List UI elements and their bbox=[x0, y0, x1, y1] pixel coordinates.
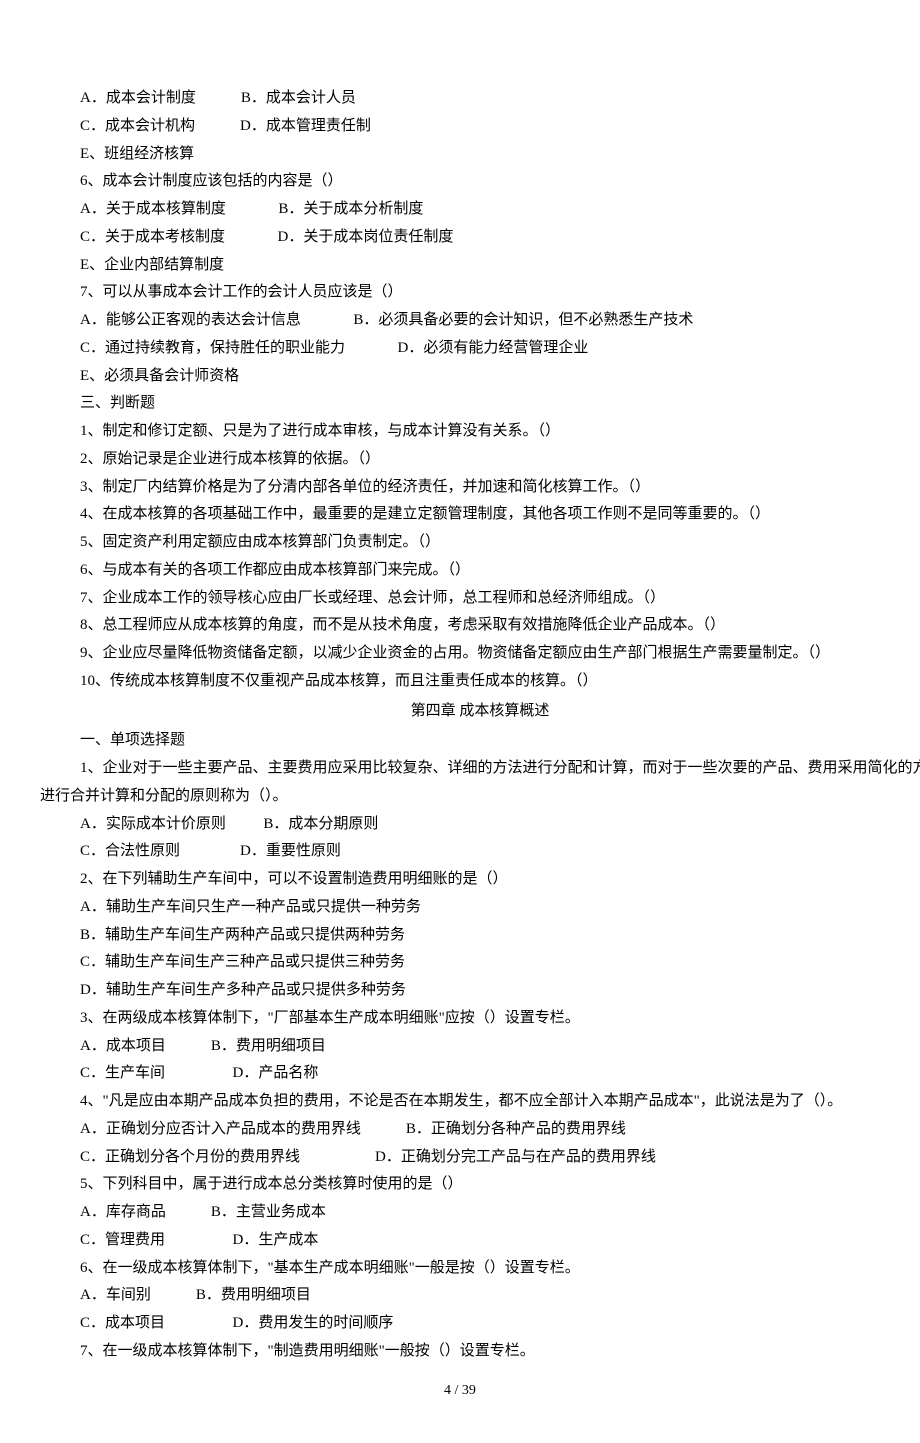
question-line: 5、固定资产利用定额应由成本核算部门负责制定。（） bbox=[80, 529, 880, 557]
option-line: D．辅助生产车间生产多种产品或只提供多种劳务 bbox=[80, 977, 880, 1005]
question-line: 1、制定和修订定额、只是为了进行成本审核，与成本计算没有关系。（） bbox=[80, 418, 880, 446]
page-number: 4 / 39 bbox=[40, 1378, 880, 1404]
question-line: 7、企业成本工作的领导核心应由厂长或经理、总会计师，总工程师和总经济师组成。（） bbox=[80, 585, 880, 613]
option-line: C．管理费用 D．生产成本 bbox=[80, 1227, 880, 1255]
option-line: A．辅助生产车间只生产一种产品或只提供一种劳务 bbox=[80, 894, 880, 922]
option-line: C．辅助生产车间生产三种产品或只提供三种劳务 bbox=[80, 949, 880, 977]
option-line: A．成本项目 B．费用明细项目 bbox=[80, 1033, 880, 1061]
option-line: A．车间别 B．费用明细项目 bbox=[80, 1282, 880, 1310]
section-heading: 三、判断题 bbox=[80, 390, 880, 418]
question-line: 6、在一级成本核算体制下，"基本生产成本明细账"一般是按（）设置专栏。 bbox=[80, 1255, 880, 1283]
option-line: A．能够公正客观的表达会计信息 B．必须具备必要的会计知识，但不必熟悉生产技术 bbox=[80, 307, 880, 335]
option-line: C．通过持续教育，保持胜任的职业能力 D．必须有能力经营管理企业 bbox=[80, 335, 880, 363]
option-line: C．成本会计机构 D．成本管理责任制 bbox=[80, 113, 880, 141]
option-line: A．成本会计制度 B．成本会计人员 bbox=[80, 85, 880, 113]
option-line: A．实际成本计价原则 B．成本分期原则 bbox=[80, 811, 880, 839]
question-line: 2、在下列辅助生产车间中，可以不设置制造费用明细账的是（） bbox=[80, 866, 880, 894]
question-line-cont: 进行合并计算和分配的原则称为（）。 bbox=[40, 783, 880, 811]
chapter-title: 第四章 成本核算概述 bbox=[80, 698, 880, 726]
option-line: C．关于成本考核制度 D．关于成本岗位责任制度 bbox=[80, 224, 880, 252]
question-line: 9、企业应尽量降低物资储备定额，以减少企业资金的占用。物资储备定额应由生产部门根… bbox=[80, 640, 880, 668]
section-heading: 一、单项选择题 bbox=[80, 727, 880, 755]
option-line: E、班组经济核算 bbox=[80, 141, 880, 169]
question-line: 1、企业对于一些主要产品、主要费用应采用比较复杂、详细的方法进行分配和计算，而对… bbox=[80, 755, 880, 783]
question-line: 4、"凡是应由本期产品成本负担的费用，不论是否在本期发生，都不应全部计入本期产品… bbox=[80, 1088, 880, 1116]
option-line: C．生产车间 D．产品名称 bbox=[80, 1060, 880, 1088]
question-line: 3、制定厂内结算价格是为了分清内部各单位的经济责任，并加速和简化核算工作。（） bbox=[80, 474, 880, 502]
question-line: 2、原始记录是企业进行成本核算的依据。（） bbox=[80, 446, 880, 474]
question-line: 5、下列科目中，属于进行成本总分类核算时使用的是（） bbox=[80, 1171, 880, 1199]
question-line: 4、在成本核算的各项基础工作中，最重要的是建立定额管理制度，其他各项工作则不是同… bbox=[80, 501, 880, 529]
option-line: C．成本项目 D．费用发生的时间顺序 bbox=[80, 1310, 880, 1338]
option-line: A．正确划分应否计入产品成本的费用界线 B．正确划分各种产品的费用界线 bbox=[80, 1116, 880, 1144]
option-line: A．库存商品 B．主营业务成本 bbox=[80, 1199, 880, 1227]
question-line: 7、在一级成本核算体制下，"制造费用明细账"一般按（）设置专栏。 bbox=[80, 1338, 880, 1366]
option-line: C．正确划分各个月份的费用界线 D．正确划分完工产品与在产品的费用界线 bbox=[80, 1144, 880, 1172]
option-line: E、企业内部结算制度 bbox=[80, 252, 880, 280]
question-line: 7、可以从事成本会计工作的会计人员应该是（） bbox=[80, 279, 880, 307]
question-line: 6、成本会计制度应该包括的内容是（） bbox=[80, 168, 880, 196]
question-line: 10、传统成本核算制度不仅重视产品成本核算，而且注重责任成本的核算。（） bbox=[80, 668, 880, 696]
question-line: 6、与成本有关的各项工作都应由成本核算部门来完成。（） bbox=[80, 557, 880, 585]
option-line: C．合法性原则 D．重要性原则 bbox=[80, 838, 880, 866]
option-line: E、必须具备会计师资格 bbox=[80, 363, 880, 391]
question-line: 8、总工程师应从成本核算的角度，而不是从技术角度，考虑采取有效措施降低企业产品成… bbox=[80, 612, 880, 640]
option-line: A．关于成本核算制度 B．关于成本分析制度 bbox=[80, 196, 880, 224]
question-line: 3、在两级成本核算体制下，"厂部基本生产成本明细账"应按（）设置专栏。 bbox=[80, 1005, 880, 1033]
option-line: B．辅助生产车间生产两种产品或只提供两种劳务 bbox=[80, 922, 880, 950]
